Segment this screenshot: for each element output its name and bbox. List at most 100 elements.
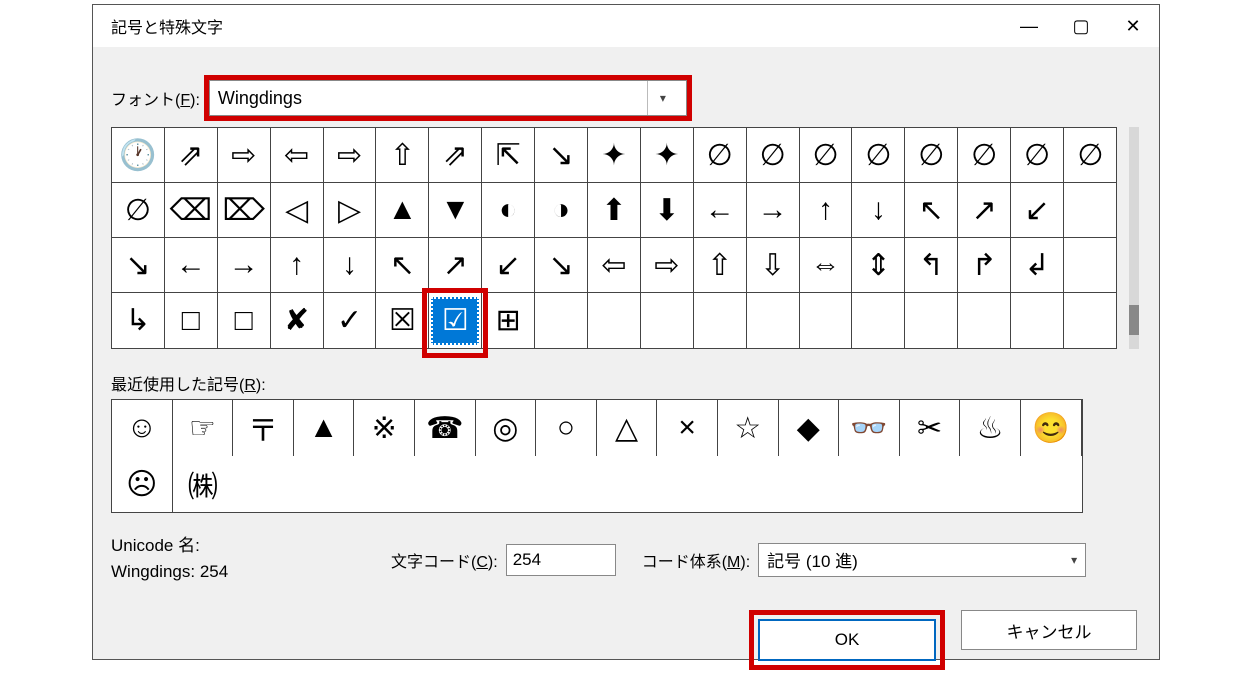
symbol-cell[interactable]: ↙ — [482, 238, 535, 293]
symbol-cell[interactable]: ↘ — [535, 238, 588, 293]
close-button[interactable]: ✕ — [1107, 5, 1159, 47]
symbol-cell[interactable]: ◐ — [482, 183, 535, 238]
symbol-cell[interactable]: ⇦ — [588, 238, 641, 293]
recent-symbol-cell[interactable]: ☹ — [112, 456, 173, 512]
recent-symbol-cell[interactable]: ☺ — [112, 400, 173, 456]
symbol-cell[interactable]: ☑ — [429, 293, 482, 348]
recent-symbol-cell[interactable]: ☆ — [718, 400, 779, 456]
symbol-cell[interactable]: ↖ — [376, 238, 429, 293]
recent-symbol-cell[interactable]: ○ — [536, 400, 597, 456]
recent-symbol-cell[interactable]: ▲ — [294, 400, 355, 456]
symbol-cell[interactable]: ∅ — [800, 128, 853, 183]
symbol-cell[interactable]: ↰ — [905, 238, 958, 293]
symbol-cell[interactable] — [1011, 293, 1064, 348]
recent-symbol-cell[interactable]: × — [657, 400, 718, 456]
symbol-cell[interactable]: ⇦ — [271, 128, 324, 183]
symbol-cell[interactable]: ▼ — [429, 183, 482, 238]
recent-symbol-cell[interactable]: 😊 — [1021, 400, 1082, 456]
maximize-button[interactable]: ▢ — [1055, 5, 1107, 47]
symbol-cell[interactable]: → — [747, 183, 800, 238]
symbol-cell[interactable]: ✓ — [324, 293, 377, 348]
recent-symbol-cell[interactable]: 〒 — [233, 400, 294, 456]
symbol-cell[interactable] — [641, 293, 694, 348]
symbol-cell[interactable] — [588, 293, 641, 348]
symbol-cell[interactable]: ⌦ — [218, 183, 271, 238]
symbol-cell[interactable]: ← — [694, 183, 747, 238]
symbol-cell[interactable] — [958, 293, 1011, 348]
symbol-cell[interactable]: 🕐 — [112, 128, 165, 183]
symbol-cell[interactable]: ∅ — [905, 128, 958, 183]
symbol-cell[interactable]: ⇔ — [800, 238, 853, 293]
symbol-cell[interactable]: ∅ — [1064, 128, 1117, 183]
symbol-cell[interactable]: ⇧ — [694, 238, 747, 293]
symbol-cell[interactable]: ↖ — [905, 183, 958, 238]
symbol-cell[interactable]: ↑ — [800, 183, 853, 238]
symbol-cell[interactable] — [747, 293, 800, 348]
symbol-cell[interactable]: ▷ — [324, 183, 377, 238]
symbol-cell[interactable]: ◁ — [271, 183, 324, 238]
symbol-cell[interactable] — [1064, 238, 1117, 293]
char-code-input[interactable]: 254 — [506, 544, 616, 576]
recent-symbol-cell[interactable]: ✂ — [900, 400, 961, 456]
recent-symbol-cell[interactable]: ◎ — [476, 400, 537, 456]
symbol-cell[interactable]: ↱ — [958, 238, 1011, 293]
symbol-cell[interactable]: ▲ — [376, 183, 429, 238]
symbol-cell[interactable]: ⇧ — [376, 128, 429, 183]
ok-button[interactable]: OK — [758, 619, 936, 661]
symbol-cell[interactable]: ⊞ — [482, 293, 535, 348]
symbol-cell[interactable]: ⇨ — [324, 128, 377, 183]
symbol-cell[interactable]: ⇗ — [429, 128, 482, 183]
symbol-cell[interactable]: ⇨ — [641, 238, 694, 293]
symbol-cell[interactable]: ↗ — [958, 183, 1011, 238]
recent-symbol-cell[interactable]: ※ — [354, 400, 415, 456]
symbol-cell[interactable]: ∅ — [958, 128, 1011, 183]
symbol-cell[interactable] — [694, 293, 747, 348]
symbol-cell[interactable]: ↙ — [1011, 183, 1064, 238]
symbol-cell[interactable]: ↗ — [429, 238, 482, 293]
recent-symbol-cell[interactable]: 👓 — [839, 400, 900, 456]
symbol-cell[interactable]: ∅ — [1011, 128, 1064, 183]
symbol-cell[interactable]: □ — [218, 293, 271, 348]
symbol-cell[interactable]: ↘ — [535, 128, 588, 183]
symbol-cell[interactable]: ⇱ — [482, 128, 535, 183]
symbol-cell[interactable]: ◑ — [535, 183, 588, 238]
symbol-cell[interactable]: ✘ — [271, 293, 324, 348]
symbol-cell[interactable] — [535, 293, 588, 348]
recent-symbol-cell[interactable]: ㈱ — [173, 456, 234, 512]
symbol-cell[interactable]: ✦ — [588, 128, 641, 183]
symbol-cell[interactable]: ↓ — [324, 238, 377, 293]
code-system-select[interactable]: 記号 (10 進) ▾ — [758, 543, 1086, 577]
symbol-cell[interactable]: □ — [165, 293, 218, 348]
font-select[interactable]: Wingdings ▾ — [209, 80, 687, 116]
symbol-cell[interactable]: ⬆ — [588, 183, 641, 238]
symbol-cell[interactable]: ↓ — [852, 183, 905, 238]
symbol-cell[interactable]: ✦ — [641, 128, 694, 183]
symbol-cell[interactable]: ↲ — [1011, 238, 1064, 293]
symbol-cell[interactable]: ⇨ — [218, 128, 271, 183]
symbol-cell[interactable]: ☒ — [376, 293, 429, 348]
recent-symbol-cell[interactable]: ☞ — [173, 400, 234, 456]
symbol-cell[interactable]: ⇩ — [747, 238, 800, 293]
symbol-cell[interactable]: ↑ — [271, 238, 324, 293]
symbol-cell[interactable]: → — [218, 238, 271, 293]
recent-symbol-cell[interactable]: ♨ — [960, 400, 1021, 456]
symbol-grid-scrollbar[interactable] — [1129, 127, 1139, 349]
symbol-cell[interactable] — [1064, 293, 1117, 348]
recent-symbol-cell[interactable]: ◆ — [779, 400, 840, 456]
scrollbar-thumb[interactable] — [1129, 305, 1139, 335]
minimize-button[interactable]: — — [1003, 5, 1055, 47]
symbol-cell[interactable]: ∅ — [852, 128, 905, 183]
symbol-cell[interactable]: ⇗ — [165, 128, 218, 183]
symbol-cell[interactable]: ∅ — [694, 128, 747, 183]
symbol-grid[interactable]: 🕐⇗⇨⇦⇨⇧⇗⇱↘✦✦∅∅∅∅∅∅∅∅∅⌫⌦◁▷▲▼◐◑⬆⬇←→↑↓↖↗↙↘←→… — [111, 127, 1117, 349]
symbol-cell[interactable] — [905, 293, 958, 348]
recent-symbol-cell[interactable]: △ — [597, 400, 658, 456]
symbol-cell[interactable]: ⌫ — [165, 183, 218, 238]
symbol-cell[interactable]: ↘ — [112, 238, 165, 293]
symbol-cell[interactable]: ∅ — [747, 128, 800, 183]
recent-symbols-grid[interactable]: ☺☞〒▲※☎◎○△×☆◆👓✂♨😊 ☹㈱ — [111, 399, 1083, 513]
symbol-cell[interactable]: ← — [165, 238, 218, 293]
recent-symbol-cell[interactable]: ☎ — [415, 400, 476, 456]
symbol-cell[interactable]: ⇕ — [852, 238, 905, 293]
symbol-cell[interactable]: ∅ — [112, 183, 165, 238]
